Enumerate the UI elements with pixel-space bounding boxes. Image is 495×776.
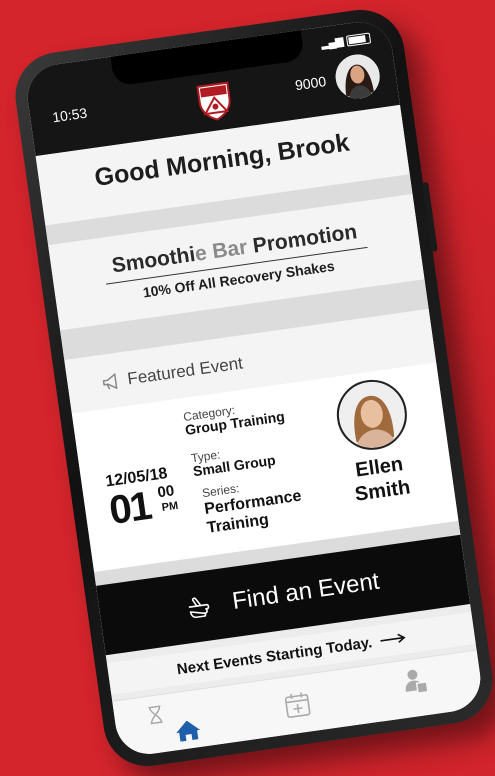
hourglass-icon xyxy=(136,696,174,734)
home-icon xyxy=(176,720,201,742)
event-ampm: PM xyxy=(160,499,179,514)
phone-screen: 10:53 ▂▄▆ 9000 Good Morning, Brook Smoot… xyxy=(23,17,485,759)
points-balance: 9000 xyxy=(294,73,328,94)
stage: 10:53 ▂▄▆ 9000 Good Morning, Brook Smoot… xyxy=(0,0,495,776)
event-hour: 01 xyxy=(106,483,153,534)
megaphone-icon xyxy=(102,372,118,390)
event-minute: 00 xyxy=(156,482,176,502)
pointing-hand-icon xyxy=(188,597,210,619)
find-event-label: Find an Event xyxy=(230,567,381,615)
status-time: 10:53 xyxy=(51,104,89,126)
club-logo[interactable] xyxy=(195,80,234,122)
profile-tab[interactable] xyxy=(396,661,434,699)
calendar-tab[interactable] xyxy=(278,686,316,724)
signal-icon: ▂▄▆ xyxy=(320,35,344,51)
calendar-add-icon xyxy=(284,692,311,718)
profile-icon xyxy=(405,669,429,694)
home-tab[interactable] xyxy=(169,711,207,749)
battery-icon xyxy=(345,32,372,47)
arrow-right-icon xyxy=(379,633,406,643)
user-avatar[interactable] xyxy=(332,51,383,102)
